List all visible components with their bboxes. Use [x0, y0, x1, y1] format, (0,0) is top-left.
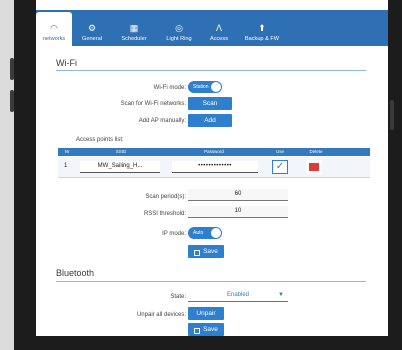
- rssi-threshold-input[interactable]: 10: [188, 206, 288, 218]
- scan-period-label: Scan period(s):: [145, 194, 186, 200]
- col-ssid: SSID: [115, 149, 127, 154]
- tab-light-ring[interactable]: ◎ Light Ring: [156, 14, 202, 46]
- access-icon: Ʌ: [215, 23, 222, 33]
- col-use: Use: [275, 149, 284, 154]
- save-label: Save: [203, 248, 218, 255]
- tab-label: Access: [209, 36, 229, 42]
- tab-label: Light Ring: [166, 36, 192, 42]
- toggle-knob: [211, 82, 221, 92]
- ap-nr: 1: [64, 163, 68, 169]
- wifi-section-title: Wi-Fi: [56, 58, 77, 68]
- password-field[interactable]: •••••••••••••: [172, 161, 258, 173]
- add-ap-button[interactable]: Add: [188, 114, 232, 127]
- wifi-mode-toggle[interactable]: Station: [188, 81, 222, 93]
- checkmark-icon: ✓: [275, 161, 285, 172]
- section-divider: [56, 281, 366, 282]
- calendar-icon: ▦: [129, 23, 139, 33]
- wifi-icon: ◠: [50, 23, 58, 33]
- ap-table-row: 1 MW_Sailing_H... ••••••••••••• ✓: [58, 157, 370, 178]
- add-ap-label: Add AP manually:: [138, 118, 186, 124]
- backup-icon: ⬆: [258, 23, 266, 33]
- tab-bar: ◠ networks ⚙ General ▦ Scheduler ◎ Light…: [36, 10, 388, 46]
- ip-mode-label: IP mode:: [162, 231, 186, 237]
- tab-backup-fw[interactable]: ⬆ Backup & FW: [236, 14, 288, 46]
- phone-volume-button: [10, 58, 14, 80]
- tab-general[interactable]: ⚙ General: [72, 14, 112, 46]
- tab-access[interactable]: Ʌ Access: [202, 14, 236, 46]
- col-nr: Nr: [64, 149, 70, 154]
- bluetooth-section-title: Bluetooth: [56, 268, 95, 278]
- phone-bezel-right: [388, 0, 402, 350]
- phone-power-button: [390, 100, 394, 130]
- tab-label: Scheduler: [121, 36, 147, 42]
- phone-bezel-bottom: [14, 336, 402, 350]
- delete-button[interactable]: [306, 160, 322, 174]
- use-checkbox[interactable]: ✓: [272, 160, 288, 174]
- app-screen: ◠ networks ⚙ General ▦ Scheduler ◎ Light…: [36, 0, 388, 336]
- bt-state-label: State:: [170, 294, 186, 300]
- phone-bezel-left: [14, 0, 36, 350]
- tab-label: General: [82, 36, 102, 42]
- col-delete: Delete: [309, 149, 323, 154]
- save-icon: [194, 327, 201, 334]
- save-label: Save: [203, 326, 218, 333]
- unpair-label: Unpair all devices:: [136, 312, 186, 318]
- bt-save-button[interactable]: Save: [188, 323, 224, 336]
- phone-bezel-outer: [0, 0, 14, 350]
- ap-table-header: Nr SSID Password Use Delete: [58, 148, 370, 156]
- ip-mode-toggle[interactable]: Auto: [188, 227, 222, 239]
- scan-period-input[interactable]: 60: [188, 189, 288, 201]
- wifi-mode-label: Wi-Fi mode:: [153, 85, 186, 91]
- wifi-mode-value: Station: [193, 84, 209, 90]
- wifi-save-button[interactable]: Save: [188, 245, 224, 258]
- bt-state-value: Enabled: [226, 292, 250, 298]
- tab-label: Backup & FW: [244, 36, 280, 42]
- scan-label: Scan for Wi-Fi networks:: [120, 101, 186, 107]
- tab-label: networks: [42, 36, 66, 42]
- section-divider: [56, 70, 366, 71]
- delete-icon: [309, 163, 319, 171]
- unpair-button[interactable]: Unpair: [188, 307, 224, 320]
- tab-scheduler[interactable]: ▦ Scheduler: [112, 14, 156, 46]
- save-icon: [194, 249, 201, 256]
- ring-light-icon: ◎: [175, 23, 183, 33]
- gear-icon: ⚙: [87, 23, 97, 33]
- tab-networks[interactable]: ◠ networks: [36, 12, 72, 46]
- ip-mode-value: Auto: [193, 230, 204, 236]
- chevron-down-icon: ▼: [278, 292, 284, 298]
- toggle-knob: [211, 228, 221, 238]
- bt-state-select[interactable]: Enabled ▼: [188, 290, 288, 302]
- ssid-field[interactable]: MW_Sailing_H...: [80, 161, 160, 173]
- ap-list-label: Access points list:: [76, 137, 124, 143]
- scan-button[interactable]: Scan: [188, 97, 232, 110]
- col-password: Password: [204, 149, 224, 154]
- rssi-threshold-label: RSSI threshold:: [143, 211, 186, 217]
- phone-volume-button: [10, 90, 14, 112]
